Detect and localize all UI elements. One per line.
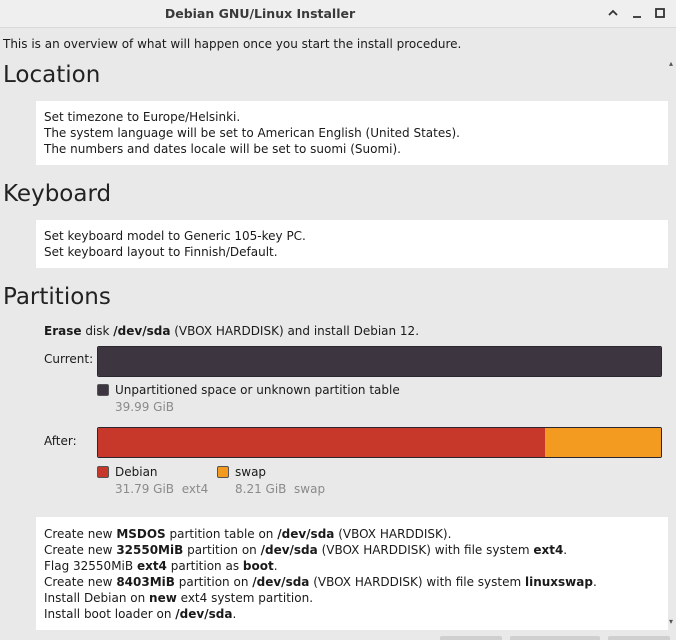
operation-line: Create new 32550MiB partition on /dev/sd…: [44, 543, 568, 557]
keyboard-panel: Set keyboard model to Generic 105-key PC…: [36, 220, 668, 268]
current-partition-bar: [97, 346, 662, 377]
operation-line: Create new MSDOS partition table on /dev…: [44, 527, 452, 541]
chevron-up-icon[interactable]: [605, 5, 621, 21]
minimize-icon[interactable]: [629, 5, 645, 21]
scroll-down-icon[interactable]: ▾: [669, 618, 676, 626]
location-panel: Set timezone to Europe/Helsinki. The sys…: [36, 101, 668, 165]
window-title: Debian GNU/Linux Installer: [164, 6, 356, 21]
unpartitioned-segment: [98, 347, 661, 376]
maximize-icon[interactable]: [652, 5, 668, 21]
footer-button[interactable]: [440, 636, 502, 640]
debian-legend-size: 31.79 GiB ext4: [115, 482, 209, 496]
swap-legend-name: swap: [235, 465, 267, 479]
location-heading: Location: [3, 62, 101, 88]
after-partition-bar: [97, 427, 662, 458]
keyboard-line: Set keyboard model to Generic 105-key PC…: [44, 229, 306, 243]
location-line: The system language will be set to Ameri…: [44, 126, 460, 140]
location-line: Set timezone to Europe/Helsinki.: [44, 110, 241, 124]
operations-panel: Create new MSDOS partition table on /dev…: [36, 517, 668, 630]
erase-summary: Erase disk /dev/sda (VBOX HARDDISK) and …: [44, 324, 420, 338]
location-line: The numbers and dates locale will be set…: [44, 142, 401, 156]
swap-segment: [545, 428, 661, 457]
debian-legend-name: Debian: [115, 465, 158, 479]
debian-segment: [98, 428, 546, 457]
after-label: After:: [44, 434, 77, 448]
current-label: Current:: [44, 352, 94, 366]
footer-button[interactable]: [510, 636, 600, 640]
window-titlebar: Debian GNU/Linux Installer: [0, 0, 676, 28]
footer-button[interactable]: [608, 636, 670, 640]
scroll-up-icon[interactable]: ▴: [669, 60, 676, 68]
vertical-scrollbar[interactable]: ▴ ▾: [669, 58, 676, 630]
unpartitioned-legend-name: Unpartitioned space or unknown partition…: [115, 383, 400, 397]
swap-legend-size: 8.21 GiB swap: [235, 482, 326, 496]
intro-text: This is an overview of what will happen …: [3, 37, 462, 51]
unpartitioned-legend-size: 39.99 GiB: [115, 400, 175, 414]
unpartitioned-swatch: [97, 384, 109, 396]
swap-swatch: [217, 466, 229, 478]
operation-line: Install boot loader on /dev/sda.: [44, 607, 237, 621]
debian-swatch: [97, 466, 109, 478]
keyboard-line: Set keyboard layout to Finnish/Default.: [44, 245, 278, 259]
keyboard-heading: Keyboard: [3, 181, 112, 207]
operation-line: Create new 8403MiB partition on /dev/sda…: [44, 575, 597, 589]
partitions-heading: Partitions: [3, 284, 111, 310]
operation-line: Flag 32550MiB ext4 partition as boot.: [44, 559, 278, 573]
operation-line: Install Debian on new ext4 system partit…: [44, 591, 314, 605]
